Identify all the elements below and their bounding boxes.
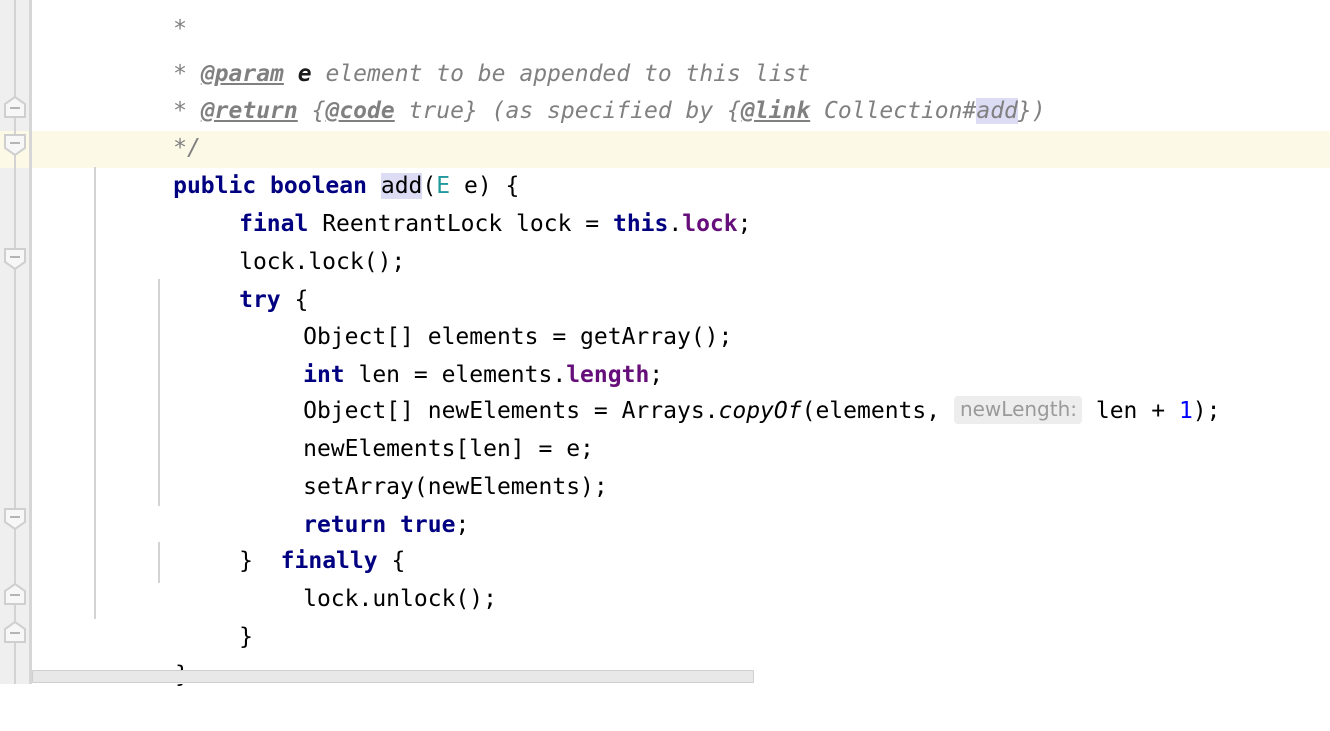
javadoc-link-target-highlight: add <box>976 98 1018 124</box>
parameter-hint-newlength: newLength: <box>953 396 1082 424</box>
javadoc-link-target: Collection# <box>810 98 977 124</box>
fold-marker-up-3[interactable] <box>4 621 26 643</box>
javadoc-line-partial: * <box>90 0 187 42</box>
fold-marker-down-2[interactable] <box>4 248 26 270</box>
code-line-final-lock[interactable]: final ReentrantLock lock = this.lock; <box>156 169 751 237</box>
code-line-return[interactable]: return true; <box>220 470 469 538</box>
arg-expression: len + <box>1082 398 1179 424</box>
code-line-unlock[interactable]: lock.unlock(); <box>220 544 497 612</box>
indent-guide-try-body <box>158 279 160 506</box>
code-line-try[interactable]: try { <box>156 245 308 313</box>
javadoc-brace-open: { <box>311 98 326 124</box>
field-lock: lock <box>682 211 738 237</box>
code-line-copyof[interactable]: Object[] newElements = Arrays.copyOf(ele… <box>220 356 1221 424</box>
static-method-copyof: copyOf <box>718 398 802 424</box>
keyword-this: this <box>612 211 669 237</box>
javadoc-tag-link: @link <box>740 98 811 124</box>
code-line-get-array[interactable]: Object[] elements = getArray(); <box>220 282 732 350</box>
code-line-lock-lock[interactable]: lock.lock(); <box>156 207 405 275</box>
fold-marker-down-1[interactable] <box>4 134 26 156</box>
javadoc-return-mid: (as specified by { <box>477 98 741 124</box>
code-line-len[interactable]: int len = elements.length; <box>220 320 663 388</box>
fold-marker-up-2[interactable] <box>4 583 26 605</box>
javadoc-line-param: * @param e element to be appended to thi… <box>90 19 810 87</box>
horizontal-scrollbar-thumb[interactable] <box>32 670 754 683</box>
args-close: ); <box>1192 398 1221 424</box>
indent-guide-method-body <box>94 167 96 619</box>
javadoc-line-close: */ <box>90 93 201 161</box>
dot-operator: . <box>668 211 683 237</box>
javadoc-tag-code: @code <box>325 98 395 124</box>
number-literal-1: 1 <box>1178 398 1193 424</box>
gutter-divider <box>29 0 32 684</box>
javadoc-tag-return: @return <box>200 98 298 124</box>
code-line-set-array[interactable]: setArray(newElements); <box>220 432 608 500</box>
semicolon: ; <box>737 211 752 237</box>
javadoc-line-return: * @return {@code true} (as specified by … <box>90 56 1046 124</box>
fold-spine-tail <box>14 639 16 684</box>
code-editor[interactable]: * * @param e element to be appended to t… <box>0 0 1330 688</box>
fold-marker-up-1[interactable] <box>4 96 26 118</box>
javadoc-code-value: true} <box>394 98 478 124</box>
args-open: (elements, <box>801 398 954 424</box>
javadoc-return-close: }) <box>1017 98 1046 124</box>
code-line-close-finally[interactable]: } <box>156 582 253 650</box>
code-line-assign[interactable]: newElements[len] = e; <box>220 394 594 462</box>
code-text-area[interactable]: * * @param e element to be appended to t… <box>32 0 1330 688</box>
indent-guide-finally-body <box>158 542 160 583</box>
semicolon: ; <box>455 512 470 538</box>
literal-true: true <box>400 512 456 538</box>
code-line-close-method[interactable]: } <box>92 620 189 688</box>
brace-close-finally: } <box>239 624 253 650</box>
fold-marker-down-3[interactable] <box>4 508 26 530</box>
statement-unlock: lock.unlock(); <box>303 586 497 612</box>
fold-spine-top <box>14 0 16 100</box>
code-line-method-signature[interactable]: public boolean add(E e) { <box>90 131 519 199</box>
code-line-finally[interactable]: } finally { <box>156 506 405 574</box>
